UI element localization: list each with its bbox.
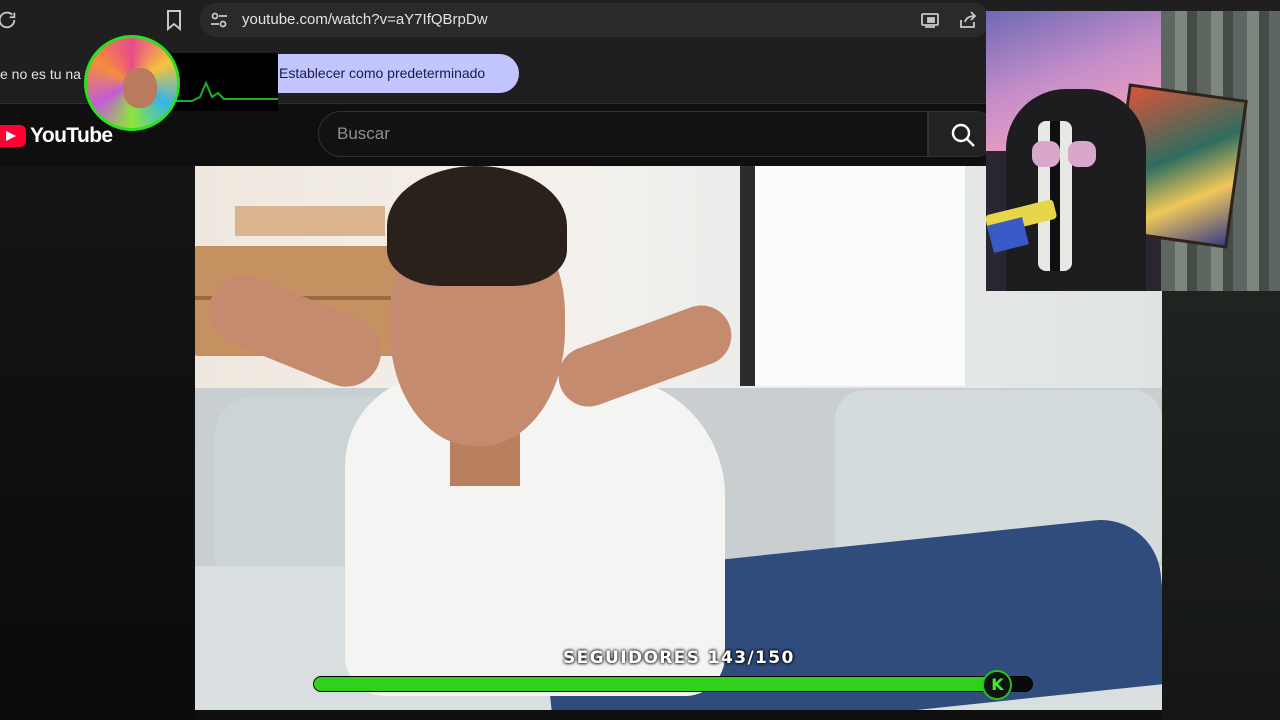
video-scene-window <box>755 166 965 386</box>
search-box <box>318 111 928 157</box>
bookmark-icon[interactable] <box>164 9 184 31</box>
screen: youtube.com/watch?v=aY7IfQBrpDw e no es … <box>0 0 1280 720</box>
webcam-headrest-left <box>1032 141 1060 167</box>
follower-goal-label: SEGUIDORES 143/150 <box>563 648 795 668</box>
youtube-logo-text: YouTube <box>30 124 113 147</box>
infobar-message: e no es tu na <box>0 66 81 82</box>
youtube-logo[interactable]: YouTube <box>0 124 113 148</box>
webcam-overlay <box>986 11 1280 291</box>
left-backdrop <box>0 166 195 720</box>
webcam-headrest-right <box>1068 141 1096 167</box>
search-input[interactable] <box>337 112 917 156</box>
youtube-play-icon <box>0 125 26 147</box>
video-scene-hair <box>387 166 567 286</box>
address-bar[interactable]: youtube.com/watch?v=aY7IfQBrpDw <box>200 3 990 37</box>
url-text[interactable]: youtube.com/watch?v=aY7IfQBrpDw <box>242 11 488 28</box>
webcam-gaming-chair <box>1006 89 1146 291</box>
streamer-avatar <box>84 35 180 131</box>
search-icon <box>951 123 975 147</box>
tune-icon[interactable] <box>210 11 228 29</box>
follower-goal-fill <box>314 677 999 691</box>
waveform-graphic <box>172 80 278 102</box>
follower-goal-bar: K <box>313 670 1033 700</box>
avatar-face <box>123 68 157 108</box>
reload-icon[interactable] <box>0 9 18 31</box>
audio-visualizer <box>172 53 278 111</box>
cast-icon[interactable] <box>920 11 940 29</box>
right-backdrop <box>1162 291 1280 720</box>
share-icon[interactable] <box>958 11 978 29</box>
video-scene-shelf <box>235 206 385 236</box>
set-default-button[interactable]: Establecer como predeterminado <box>272 54 519 93</box>
